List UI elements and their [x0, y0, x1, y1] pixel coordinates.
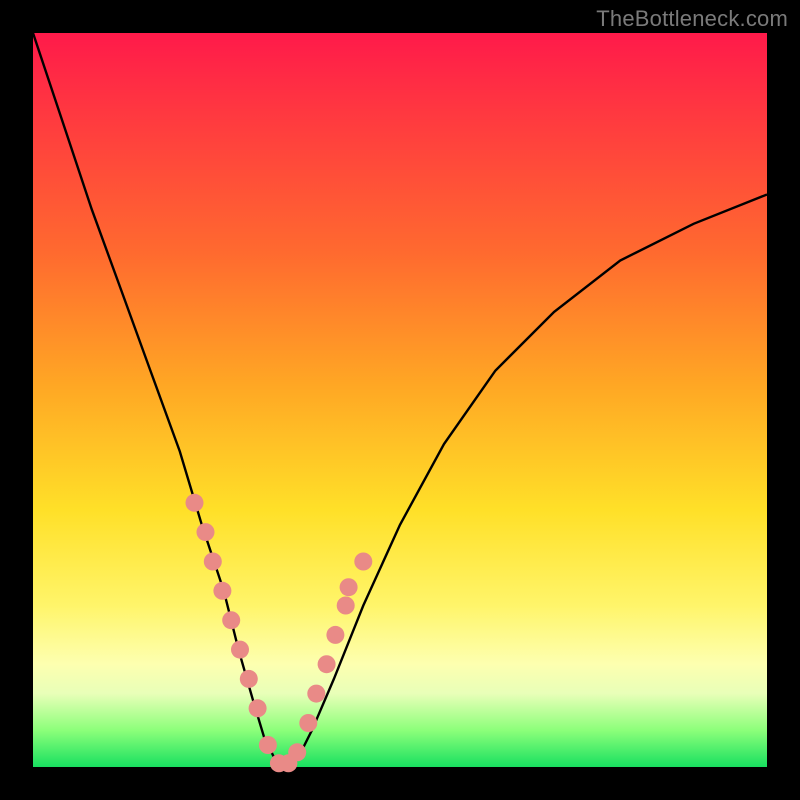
- curve-line: [33, 33, 767, 767]
- marker-dot: [337, 597, 355, 615]
- marker-dot: [240, 670, 258, 688]
- marker-group: [186, 494, 373, 773]
- marker-dot: [307, 685, 325, 703]
- marker-dot: [326, 626, 344, 644]
- marker-dot: [186, 494, 204, 512]
- marker-dot: [204, 553, 222, 571]
- marker-dot: [249, 699, 267, 717]
- marker-dot: [222, 611, 240, 629]
- marker-dot: [340, 578, 358, 596]
- marker-dot: [197, 523, 215, 541]
- marker-dot: [354, 553, 372, 571]
- plot-area: [33, 33, 767, 767]
- chart-frame: TheBottleneck.com: [0, 0, 800, 800]
- marker-dot: [213, 582, 231, 600]
- marker-dot: [288, 743, 306, 761]
- marker-dot: [318, 655, 336, 673]
- chart-svg: [33, 33, 767, 767]
- marker-dot: [299, 714, 317, 732]
- watermark-text: TheBottleneck.com: [596, 6, 788, 32]
- marker-dot: [259, 736, 277, 754]
- marker-dot: [231, 641, 249, 659]
